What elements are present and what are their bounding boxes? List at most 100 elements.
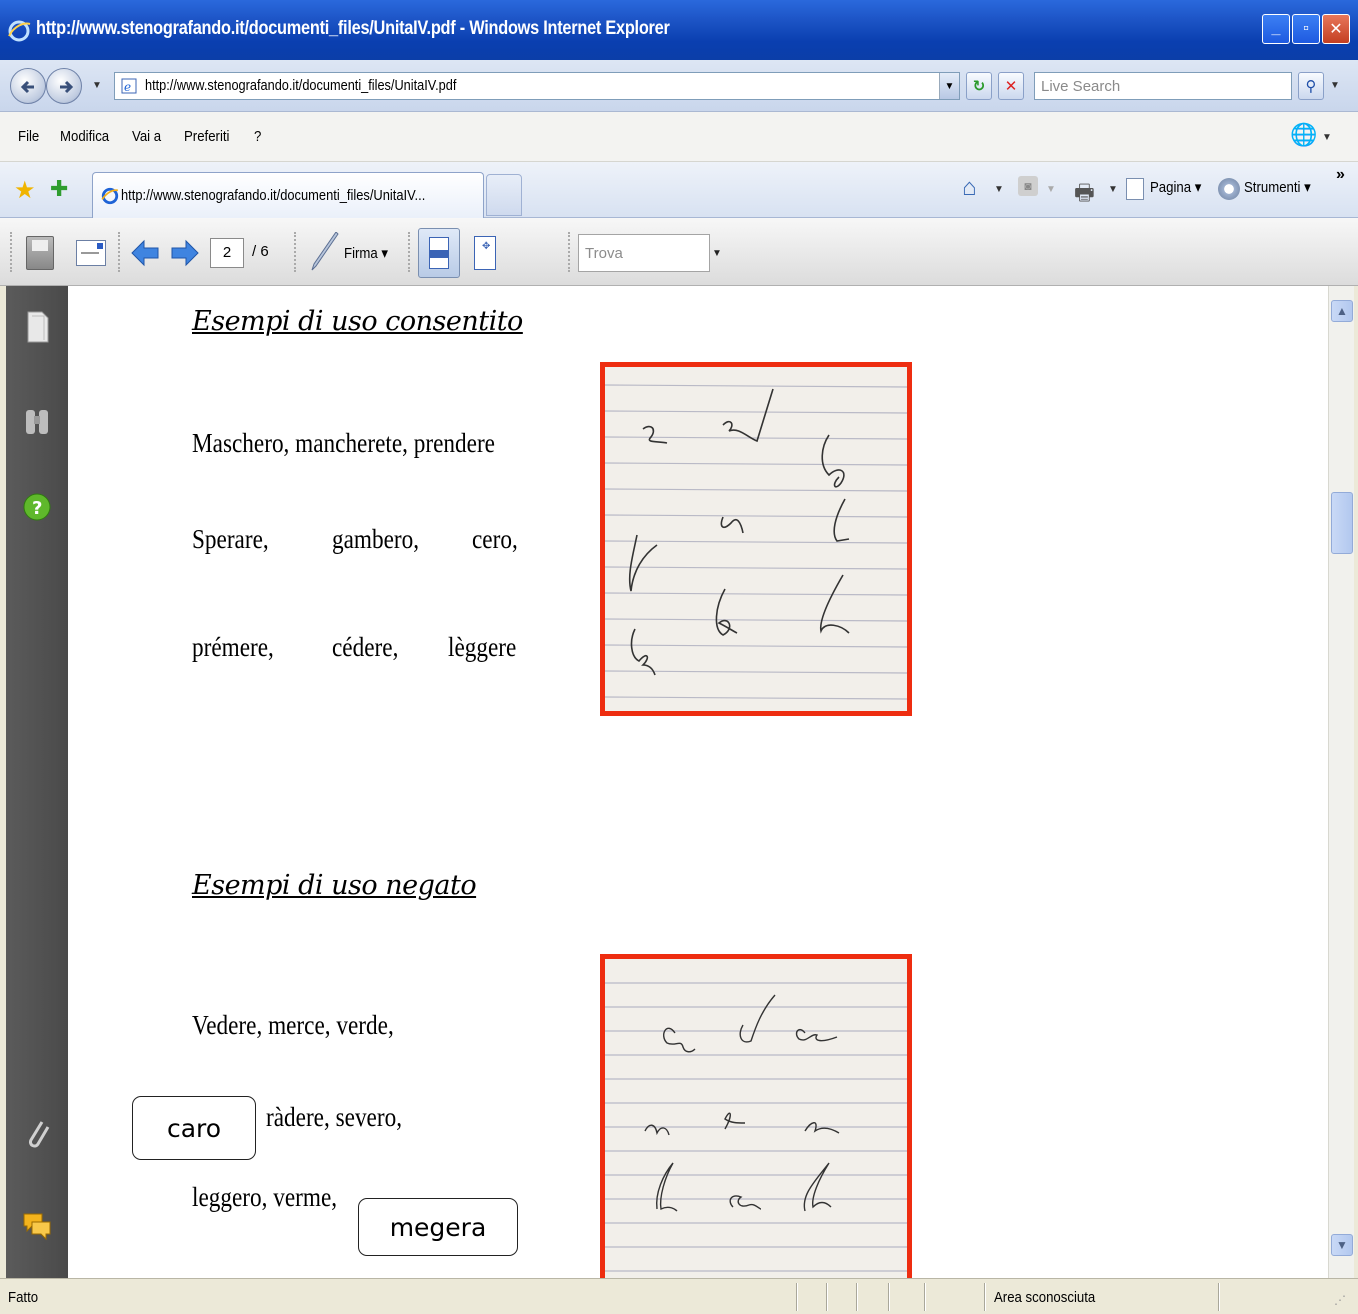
status-separator [924, 1283, 925, 1311]
tools-menu[interactable]: Strumenti ▾ [1244, 178, 1311, 196]
forward-arrow-icon [60, 80, 74, 94]
shorthand-image [605, 384, 907, 700]
address-field[interactable]: e http://www.stenografando.it/documenti_… [114, 72, 960, 100]
toolbar-grip [294, 232, 298, 272]
scroll-thumb[interactable] [1331, 492, 1353, 554]
example-word: prémere, [192, 632, 274, 662]
window-title: http://www.stenografando.it/documenti_fi… [36, 18, 670, 39]
address-dropdown-icon[interactable]: ▼ [939, 73, 959, 99]
address-toolbar: ▼ e http://www.stenografando.it/document… [0, 60, 1358, 112]
refresh-button[interactable]: ↻ [966, 72, 992, 100]
feeds-dropdown[interactable]: ▼ [1046, 184, 1056, 195]
search-options-dropdown[interactable]: ▼ [1330, 80, 1340, 91]
next-page-icon[interactable] [170, 238, 200, 268]
add-favorites-icon[interactable]: ✚ [50, 176, 68, 202]
search-button[interactable]: ⚲ [1298, 72, 1324, 100]
menu-bar: File Modifica Vai a Preferiti ? 🌐 ▼ [0, 112, 1358, 162]
status-separator [888, 1283, 889, 1311]
pdf-navigation-panel: ? [6, 286, 68, 1278]
toolbar-options-icon[interactable]: 🌐 [1290, 122, 1317, 148]
minimize-button[interactable]: _ [1262, 14, 1290, 44]
fit-width-button[interactable] [418, 228, 460, 278]
comments-icon[interactable] [22, 1208, 52, 1242]
menu-help[interactable]: ? [254, 128, 261, 145]
vertical-scrollbar[interactable]: ▲ ▼ [1328, 286, 1354, 1278]
recent-pages-dropdown[interactable]: ▼ [92, 80, 102, 91]
search-box[interactable] [1034, 72, 1292, 100]
menu-vai-a[interactable]: Vai a [132, 128, 161, 145]
status-separator [1218, 1283, 1219, 1311]
scroll-up-button[interactable]: ▲ [1331, 300, 1353, 322]
svg-text:e: e [124, 80, 131, 94]
sign-button[interactable]: Firma ▾ [344, 244, 388, 262]
page-menu-icon[interactable] [1126, 178, 1144, 200]
resize-grip-icon[interactable]: ⋰ [1334, 1293, 1346, 1307]
stop-button[interactable]: ✕ [998, 72, 1024, 100]
section-heading-denied: Esempi di uso negato [192, 870, 477, 901]
annotation-box[interactable]: caro [132, 1096, 256, 1160]
page-menu[interactable]: Pagina ▾ [1150, 178, 1201, 196]
ie-tab-icon [101, 187, 119, 205]
back-button[interactable] [10, 68, 46, 104]
print-icon[interactable]: 🖶 [1074, 176, 1095, 214]
maximize-button[interactable]: ▫ [1292, 14, 1320, 44]
menu-file[interactable]: File [18, 128, 39, 145]
home-dropdown[interactable]: ▼ [994, 184, 1004, 195]
example-line: Maschero, mancherete, prendere [192, 428, 495, 458]
forward-button[interactable] [46, 68, 82, 104]
tab-label: http://www.stenografando.it/documenti_fi… [121, 187, 426, 204]
menu-preferiti[interactable]: Preferiti [184, 128, 229, 145]
help-icon[interactable]: ? [22, 490, 52, 524]
chevron-more-icon[interactable]: » [1336, 166, 1345, 184]
example-word: cero, [472, 524, 518, 554]
toolbar-grip [118, 232, 122, 272]
status-text: Fatto [8, 1289, 39, 1306]
pages-icon[interactable] [22, 310, 52, 344]
ie-page-icon: e [121, 78, 137, 94]
new-tab-button[interactable] [486, 174, 522, 216]
previous-page-icon[interactable] [130, 238, 160, 268]
page-number-input[interactable]: 2 [210, 238, 244, 268]
find-box[interactable] [578, 234, 710, 272]
close-button[interactable]: ✕ [1322, 14, 1350, 44]
shorthand-scan-denied [600, 954, 912, 1278]
example-word: lèggere [448, 632, 517, 662]
menu-modifica[interactable]: Modifica [60, 128, 109, 145]
status-separator [826, 1283, 827, 1311]
pdf-document[interactable]: Esempi di uso consentito Maschero, manch… [68, 286, 1328, 1278]
pen-icon[interactable] [308, 232, 342, 272]
search-input[interactable] [1035, 73, 1291, 99]
toolbar-grip [568, 232, 572, 272]
find-dropdown[interactable]: ▼ [712, 248, 722, 259]
feeds-icon[interactable]: ◙ [1018, 176, 1038, 196]
tab-current[interactable]: http://www.stenografando.it/documenti_fi… [92, 172, 484, 218]
toolbar-options-dropdown[interactable]: ▼ [1322, 132, 1332, 143]
back-arrow-icon [20, 80, 34, 94]
security-zone: Area sconosciuta [994, 1289, 1096, 1306]
example-word: Sperare, [192, 524, 269, 554]
gear-icon[interactable] [1218, 178, 1240, 200]
toolbar-grip[interactable] [10, 232, 14, 272]
example-line: leggero, verme, [192, 1182, 338, 1212]
annotation-box[interactable]: megera [358, 1198, 518, 1256]
sign-label: Firma [344, 245, 378, 262]
tools-menu-label: Strumenti [1244, 179, 1301, 196]
status-separator [796, 1283, 797, 1311]
example-word: cédere, [332, 632, 399, 662]
example-line: ràdere, severo, [266, 1102, 403, 1132]
status-separator [984, 1283, 985, 1311]
favorites-star-icon[interactable]: ★ [14, 176, 36, 205]
email-icon[interactable] [76, 240, 106, 266]
home-icon[interactable]: ⌂ [962, 174, 977, 202]
scroll-down-button[interactable]: ▼ [1331, 1234, 1353, 1256]
fit-page-icon[interactable]: ✥ [474, 236, 496, 270]
section-heading-allowed: Esempi di uso consentito [192, 306, 523, 337]
print-dropdown[interactable]: ▼ [1108, 184, 1118, 195]
save-icon[interactable] [26, 236, 54, 270]
find-input[interactable] [579, 235, 709, 271]
paperclip-icon[interactable] [22, 1116, 52, 1150]
pdf-toolbar: 2 / 6 Firma ▾ ✥ ▼ [0, 218, 1358, 286]
title-bar: http://www.stenografando.it/documenti_fi… [0, 0, 1358, 60]
binoculars-icon[interactable] [22, 404, 52, 438]
ie-logo-icon [8, 20, 31, 42]
